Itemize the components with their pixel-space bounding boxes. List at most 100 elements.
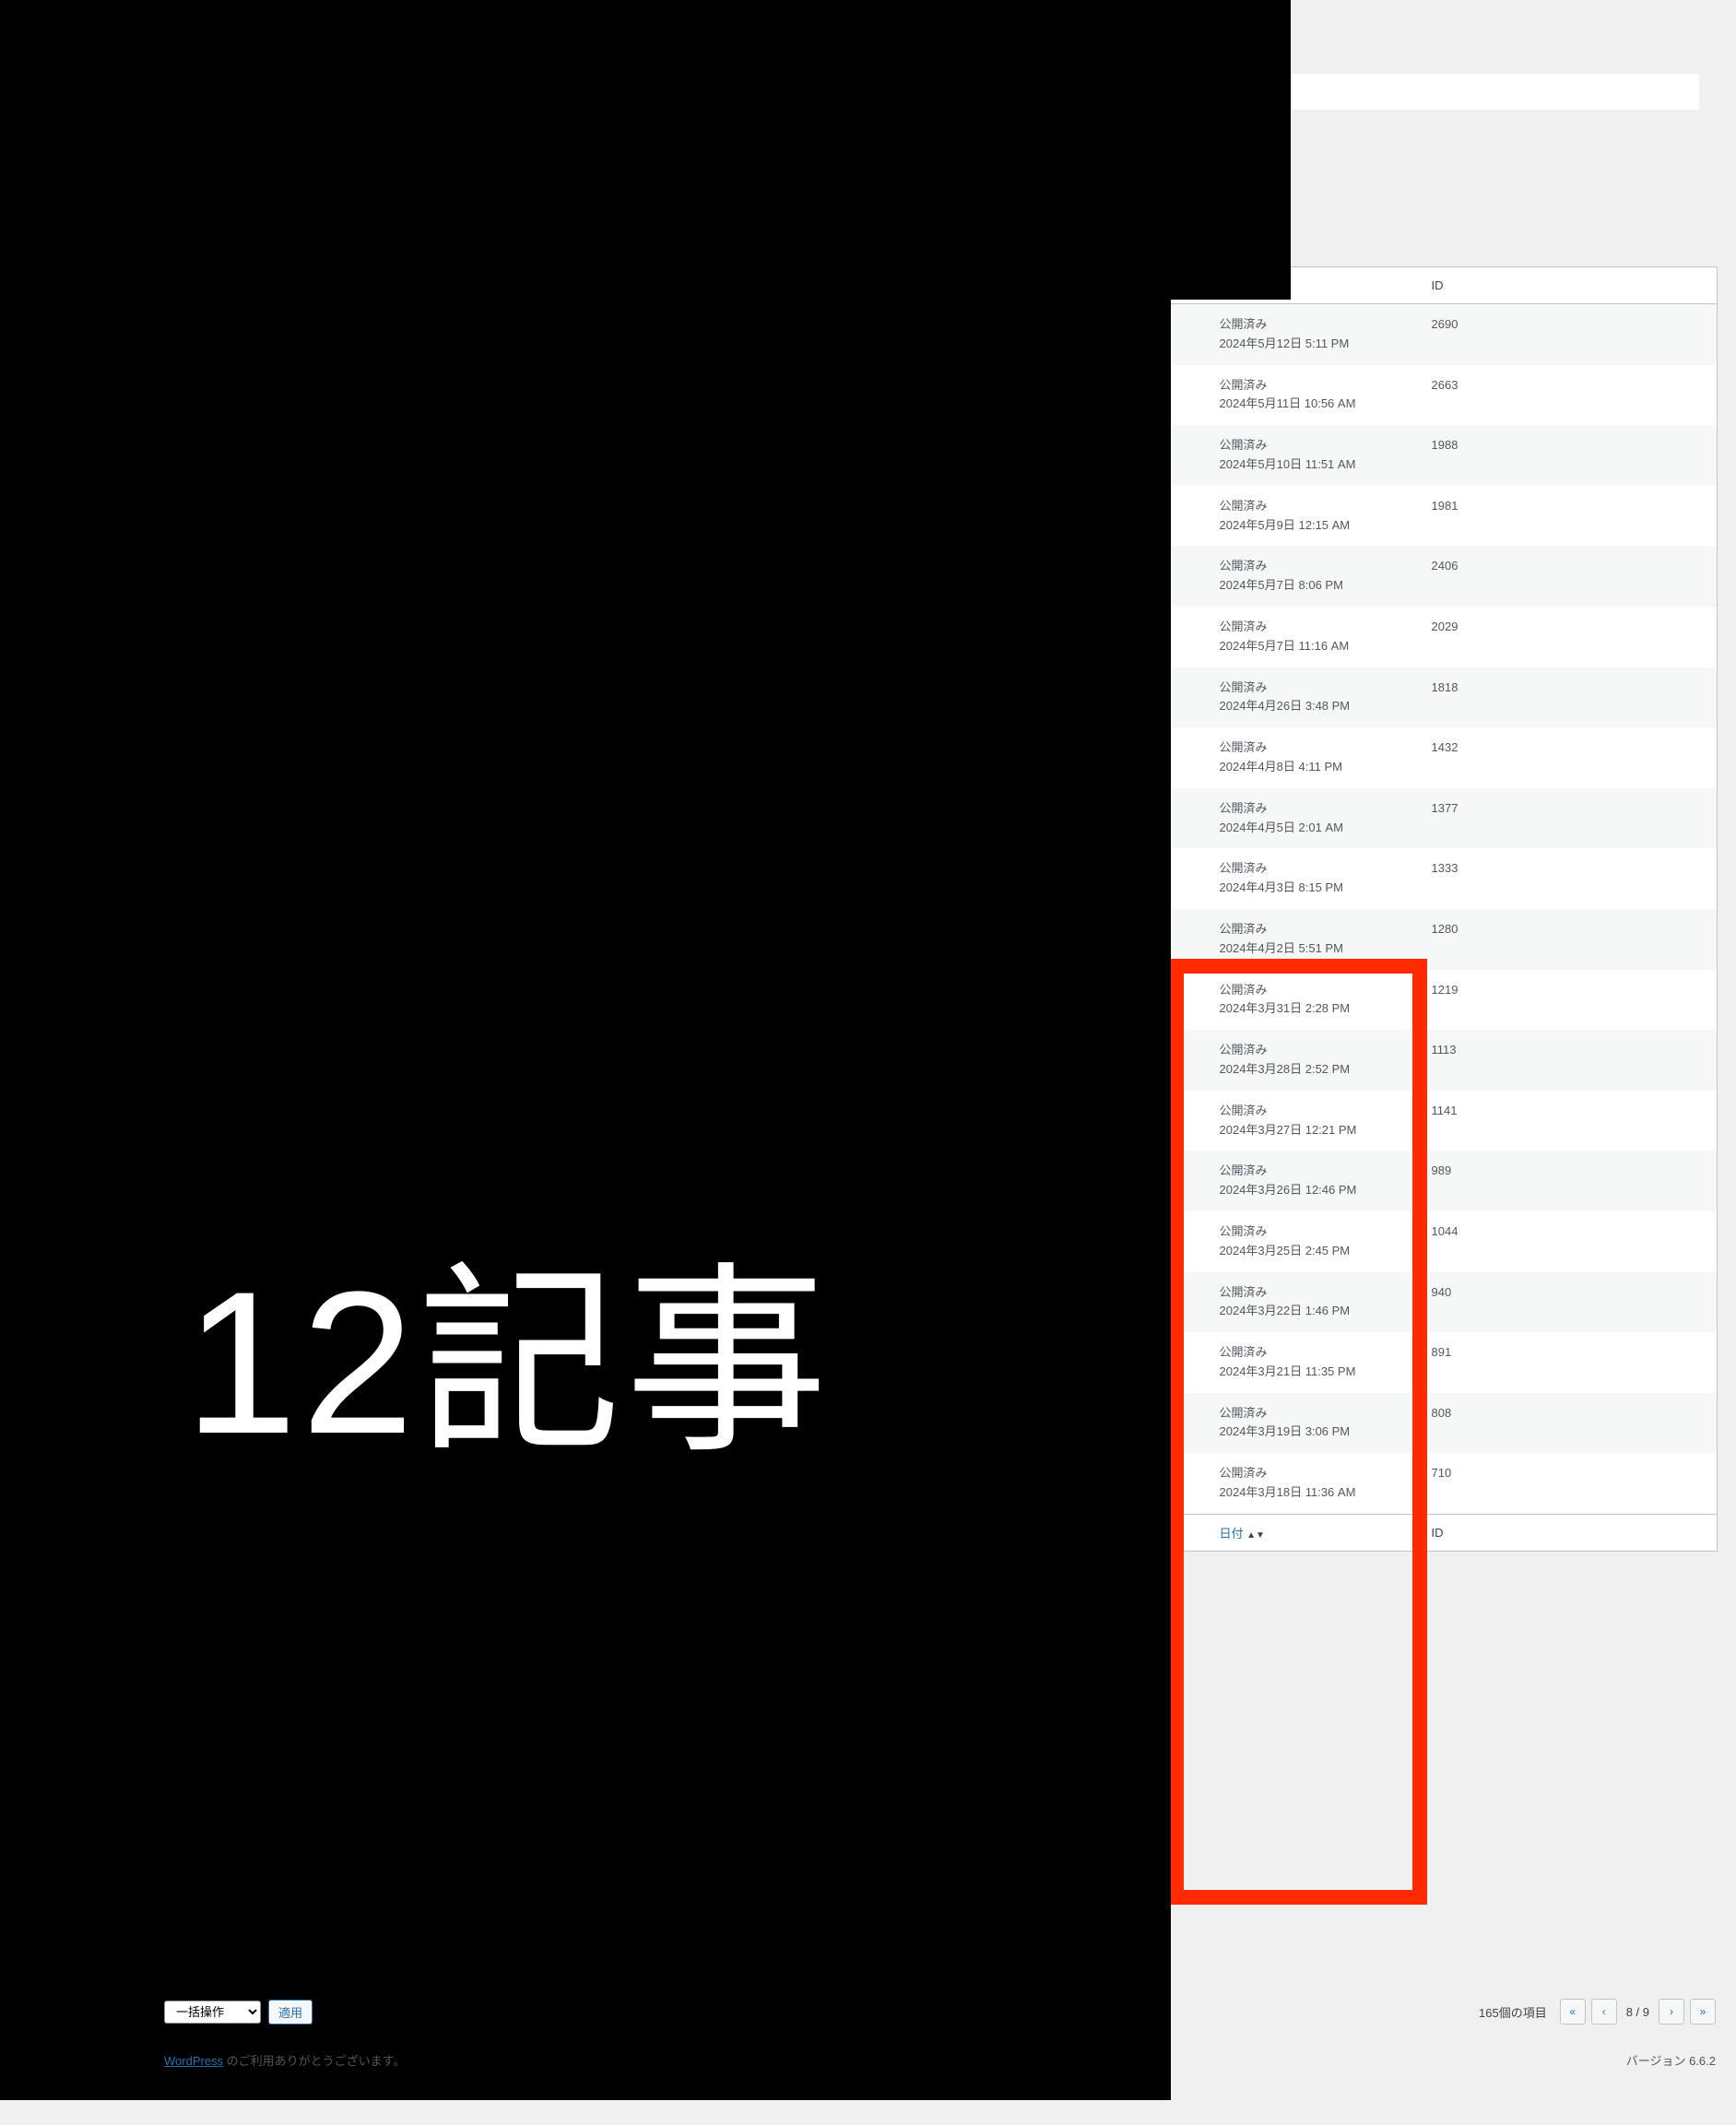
status-label: 公開済み <box>1220 859 1410 879</box>
footer-thanks-text: のご利用ありがとうございます。 <box>223 2054 405 2068</box>
date-text: 2024年5月7日 8:06 PM <box>1220 576 1410 596</box>
date-text: 2024年4月26日 3:48 PM <box>1220 697 1410 716</box>
status-label: 公開済み <box>1220 1102 1410 1121</box>
date-text: 2024年5月7日 11:16 AM <box>1220 637 1410 656</box>
wordpress-link[interactable]: WordPress <box>164 2054 223 2068</box>
status-label: 公開済み <box>1220 376 1410 395</box>
cell-id: 2690 <box>1421 304 1718 365</box>
date-text: 2024年3月27日 12:21 PM <box>1220 1121 1410 1140</box>
cell-date: 公開済み2024年5月9日 12:15 AM <box>1209 486 1421 547</box>
status-label: 公開済み <box>1220 1222 1410 1242</box>
date-text: 2024年4月8日 4:11 PM <box>1220 758 1410 777</box>
bulk-select[interactable]: 一括操作 <box>164 2001 261 2024</box>
cell-id: 1988 <box>1421 425 1718 486</box>
footer-thanks: WordPress のご利用ありがとうございます。 <box>164 2051 405 2069</box>
footer-version: バージョン 6.6.2 <box>1626 2051 1716 2069</box>
col-footer-date[interactable]: 日付 ▲▼ <box>1209 1514 1421 1551</box>
cell-date: 公開済み2024年3月21日 11:35 PM <box>1209 1332 1421 1393</box>
cell-date: 公開済み2024年4月8日 4:11 PM <box>1209 727 1421 788</box>
col-header-id[interactable]: ID <box>1421 267 1718 304</box>
status-label: 公開済み <box>1220 436 1410 455</box>
status-label: 公開済み <box>1220 738 1410 758</box>
cell-id: 1219 <box>1421 970 1718 1031</box>
cell-id: 891 <box>1421 1332 1718 1393</box>
date-text: 2024年5月11日 10:56 AM <box>1220 395 1410 414</box>
date-text: 2024年3月31日 2:28 PM <box>1220 999 1410 1019</box>
cell-date: 公開済み2024年4月26日 3:48 PM <box>1209 667 1421 728</box>
cell-date: 公開済み2024年3月26日 12:46 PM <box>1209 1151 1421 1211</box>
date-text: 2024年5月9日 12:15 AM <box>1220 516 1410 536</box>
cell-id: 710 <box>1421 1453 1718 1514</box>
cell-id: 1333 <box>1421 848 1718 909</box>
status-label: 公開済み <box>1220 315 1410 335</box>
date-text: 2024年3月18日 11:36 AM <box>1220 1483 1410 1503</box>
cell-id: 1113 <box>1421 1030 1718 1091</box>
status-label: 公開済み <box>1220 497 1410 516</box>
cell-id: 1981 <box>1421 486 1718 547</box>
cell-id: 2029 <box>1421 607 1718 667</box>
status-label: 公開済み <box>1220 557 1410 576</box>
status-label: 公開済み <box>1220 1162 1410 1181</box>
redaction-mask-right <box>1171 0 1291 300</box>
date-text: 2024年5月10日 11:51 AM <box>1220 455 1410 475</box>
cell-id: 1818 <box>1421 667 1718 728</box>
cell-id: 1141 <box>1421 1091 1718 1151</box>
cell-date: 公開済み2024年3月22日 1:46 PM <box>1209 1272 1421 1333</box>
cell-date: 公開済み2024年3月28日 2:52 PM <box>1209 1030 1421 1091</box>
status-label: 公開済み <box>1220 679 1410 698</box>
cell-date: 公開済み2024年3月18日 11:36 AM <box>1209 1453 1421 1514</box>
date-text: 2024年5月12日 5:11 PM <box>1220 335 1410 354</box>
status-label: 公開済み <box>1220 1041 1410 1060</box>
status-label: 公開済み <box>1220 1343 1410 1363</box>
status-label: 公開済み <box>1220 799 1410 819</box>
date-text: 2024年4月5日 2:01 AM <box>1220 819 1410 838</box>
id-header-label: ID <box>1432 278 1444 292</box>
status-label: 公開済み <box>1220 1283 1410 1303</box>
cell-date: 公開済み2024年4月5日 2:01 AM <box>1209 788 1421 849</box>
status-label: 公開済み <box>1220 618 1410 637</box>
bulk-actions: 一括操作 適用 <box>164 2000 313 2025</box>
cell-id: 1377 <box>1421 788 1718 849</box>
cell-id: 808 <box>1421 1393 1718 1454</box>
date-text: 2024年3月25日 2:45 PM <box>1220 1242 1410 1261</box>
cell-date: 公開済み2024年5月10日 11:51 AM <box>1209 425 1421 486</box>
page-next-button[interactable]: › <box>1659 1999 1684 2025</box>
cell-date: 公開済み2024年3月27日 12:21 PM <box>1209 1091 1421 1151</box>
page-last-button[interactable]: » <box>1690 1999 1716 2025</box>
cell-date: 公開済み2024年3月19日 3:06 PM <box>1209 1393 1421 1454</box>
pagination: 165個の項目 « ‹ 8 / 9 › » <box>1479 1999 1716 2025</box>
cell-date: 公開済み2024年3月25日 2:45 PM <box>1209 1211 1421 1272</box>
cell-id: 1044 <box>1421 1211 1718 1272</box>
cell-id: 2406 <box>1421 546 1718 607</box>
date-text: 2024年4月3日 8:15 PM <box>1220 879 1410 898</box>
sort-icon: ▲▼ <box>1246 1530 1265 1541</box>
cell-id: 2663 <box>1421 365 1718 426</box>
cell-date: 公開済み2024年5月12日 5:11 PM <box>1209 304 1421 365</box>
cell-id: 1432 <box>1421 727 1718 788</box>
cell-date: 公開済み2024年3月31日 2:28 PM <box>1209 970 1421 1031</box>
cell-date: 公開済み2024年4月3日 8:15 PM <box>1209 848 1421 909</box>
redaction-mask-left <box>0 0 1171 2100</box>
item-count: 165個の項目 <box>1479 2003 1547 2021</box>
cell-date: 公開済み2024年4月2日 5:51 PM <box>1209 909 1421 970</box>
cell-id: 940 <box>1421 1272 1718 1333</box>
date-text: 2024年4月2日 5:51 PM <box>1220 939 1410 959</box>
col-footer-id[interactable]: ID <box>1421 1514 1718 1551</box>
page-first-button[interactable]: « <box>1560 1999 1586 2025</box>
status-label: 公開済み <box>1220 981 1410 1000</box>
date-footer-label: 日付 <box>1220 1527 1244 1541</box>
date-text: 2024年3月19日 3:06 PM <box>1220 1423 1410 1442</box>
date-text: 2024年3月26日 12:46 PM <box>1220 1181 1410 1200</box>
cell-id: 1280 <box>1421 909 1718 970</box>
date-text: 2024年3月22日 1:46 PM <box>1220 1302 1410 1321</box>
status-label: 公開済み <box>1220 1404 1410 1423</box>
date-text: 2024年3月28日 2:52 PM <box>1220 1060 1410 1080</box>
date-text: 2024年3月21日 11:35 PM <box>1220 1363 1410 1382</box>
apply-button[interactable]: 適用 <box>268 2000 313 2025</box>
cell-id: 989 <box>1421 1151 1718 1211</box>
overlay-count-label: 12記事 <box>184 1198 832 1492</box>
cell-date: 公開済み2024年5月7日 8:06 PM <box>1209 546 1421 607</box>
page-prev-button[interactable]: ‹ <box>1591 1999 1617 2025</box>
status-label: 公開済み <box>1220 920 1410 939</box>
cell-date: 公開済み2024年5月7日 11:16 AM <box>1209 607 1421 667</box>
